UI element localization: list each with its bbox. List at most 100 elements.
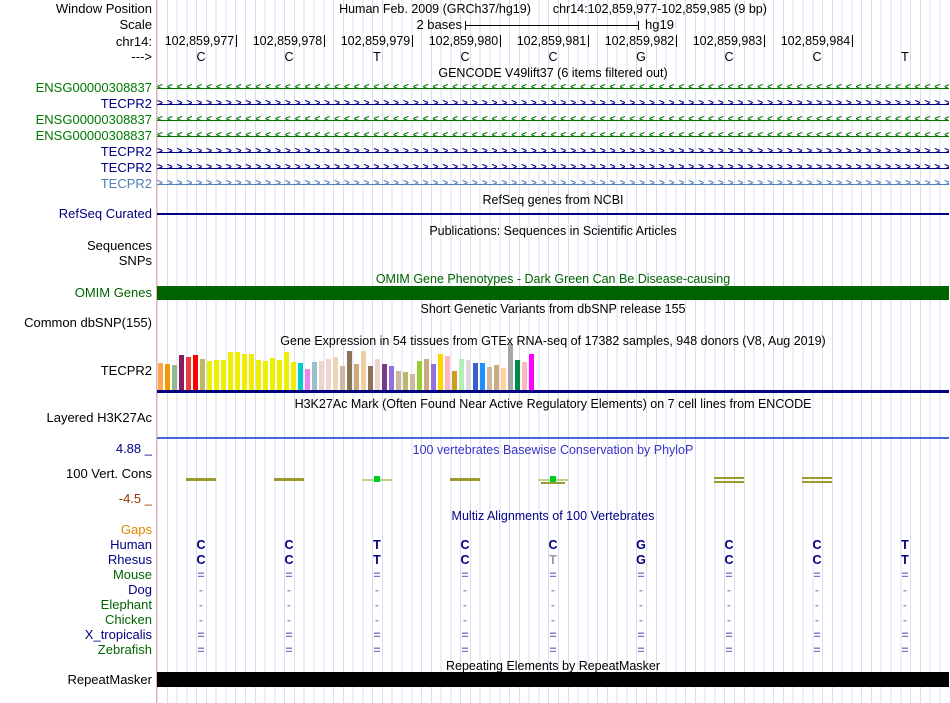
gtex-tissue-bar[interactable] xyxy=(501,368,506,390)
gene-track-row[interactable]: >>>>>>>>>>>>>>>>>>>>>>>>>>>>>>>>>>>>>>>>… xyxy=(157,161,949,175)
gtex-tissue-bar[interactable] xyxy=(165,364,170,390)
gtex-tissue-bar[interactable] xyxy=(445,356,450,390)
gtex-gene-label[interactable]: TECPR2 xyxy=(0,364,152,378)
gtex-tissue-bar[interactable] xyxy=(158,363,163,390)
gtex-tissue-bar[interactable] xyxy=(305,369,310,390)
gaps-label[interactable]: Gaps xyxy=(0,523,152,537)
gtex-tissue-bar[interactable] xyxy=(200,359,205,390)
gtex-tissue-bar[interactable] xyxy=(172,365,177,390)
gtex-tissue-bar[interactable] xyxy=(284,352,289,390)
gene-label[interactable]: ENSG00000308837 xyxy=(0,129,152,143)
species-label[interactable]: Elephant xyxy=(0,598,152,612)
gene-track-row[interactable]: >>>>>>>>>>>>>>>>>>>>>>>>>>>>>>>>>>>>>>>>… xyxy=(157,177,949,191)
layered-h3k27ac-label[interactable]: Layered H3K27Ac xyxy=(0,411,152,425)
gtex-tissue-bar[interactable] xyxy=(375,359,380,390)
gtex-tissue-bar[interactable] xyxy=(319,361,324,390)
gtex-tissue-bar[interactable] xyxy=(221,360,226,390)
gtex-tissue-bar[interactable] xyxy=(396,371,401,390)
alignment-base: C xyxy=(284,538,294,552)
common-dbsnp-label[interactable]: Common dbSNP(155) xyxy=(0,316,152,330)
ruler-position[interactable]: 102,859,983 xyxy=(685,35,773,49)
repeatmasker-bar[interactable] xyxy=(157,672,949,687)
gtex-tissue-bar[interactable] xyxy=(487,367,492,390)
gtex-tissue-bar[interactable] xyxy=(193,355,198,390)
gtex-tissue-bar[interactable] xyxy=(291,362,296,390)
gtex-tissue-bar[interactable] xyxy=(214,360,219,390)
gtex-tissue-bar[interactable] xyxy=(417,361,422,390)
gtex-tissue-bar[interactable] xyxy=(263,361,268,390)
gtex-tissue-bar[interactable] xyxy=(438,354,443,390)
gene-track-row[interactable]: <<<<<<<<<<<<<<<<<<<<<<<<<<<<<<<<<<<<<<<<… xyxy=(157,129,949,143)
gtex-tissue-bar[interactable] xyxy=(333,357,338,390)
refseq-curated-label[interactable]: RefSeq Curated xyxy=(0,207,152,221)
species-label[interactable]: Chicken xyxy=(0,613,152,627)
gtex-tissue-bar[interactable] xyxy=(347,351,352,390)
gene-label[interactable]: TECPR2 xyxy=(0,97,152,111)
gtex-tissue-bar[interactable] xyxy=(403,372,408,390)
alignment-base: = xyxy=(725,628,733,642)
gtex-tissue-bar[interactable] xyxy=(494,365,499,390)
gtex-tissue-bar[interactable] xyxy=(312,362,317,390)
gtex-tissue-bar[interactable] xyxy=(410,374,415,390)
gtex-tissue-bar[interactable] xyxy=(228,352,233,390)
gene-track-row[interactable]: >>>>>>>>>>>>>>>>>>>>>>>>>>>>>>>>>>>>>>>>… xyxy=(157,97,949,111)
gtex-tissue-bar[interactable] xyxy=(340,366,345,390)
gtex-tissue-bar[interactable] xyxy=(382,364,387,390)
gtex-tissue-bar[interactable] xyxy=(207,361,212,390)
ruler-position[interactable]: 102,859,978 xyxy=(245,35,333,49)
gene-label[interactable]: TECPR2 xyxy=(0,161,152,175)
gtex-tissue-bar[interactable] xyxy=(466,360,471,390)
species-label[interactable]: Dog xyxy=(0,583,152,597)
gtex-tissue-bar[interactable] xyxy=(424,359,429,390)
omim-genes-label[interactable]: OMIM Genes xyxy=(0,286,152,300)
gtex-tissue-bar[interactable] xyxy=(473,363,478,390)
gtex-tissue-bar[interactable] xyxy=(515,360,520,390)
ruler-position[interactable]: 102,859,984 xyxy=(773,35,861,49)
gtex-tissue-bar[interactable] xyxy=(270,358,275,390)
refseq-curated-line[interactable] xyxy=(157,213,949,215)
gtex-tissue-bar[interactable] xyxy=(179,355,184,390)
gtex-tissue-bar[interactable] xyxy=(256,360,261,390)
ruler-position[interactable]: 102,859,977 xyxy=(157,35,245,49)
gtex-tissue-bar[interactable] xyxy=(480,363,485,390)
gtex-tissue-bar[interactable] xyxy=(522,362,527,390)
gtex-tissue-bar[interactable] xyxy=(452,371,457,390)
gtex-tissue-bar[interactable] xyxy=(277,360,282,390)
ruler-position[interactable]: 102,859,980 xyxy=(421,35,509,49)
sequences-label[interactable]: Sequences xyxy=(0,239,152,253)
gene-label[interactable]: ENSG00000308837 xyxy=(0,113,152,127)
gtex-tissue-bar[interactable] xyxy=(361,351,366,390)
gene-track-row[interactable]: <<<<<<<<<<<<<<<<<<<<<<<<<<<<<<<<<<<<<<<<… xyxy=(157,113,949,127)
gene-label[interactable]: ENSG00000308837 xyxy=(0,81,152,95)
species-label[interactable]: Mouse xyxy=(0,568,152,582)
gtex-tissue-bar[interactable] xyxy=(242,354,247,390)
ruler-position[interactable]: 102,859,979 xyxy=(333,35,421,49)
species-label[interactable]: Zebrafish xyxy=(0,643,152,657)
gtex-tissue-bar[interactable] xyxy=(529,354,534,390)
base-letter: C xyxy=(812,50,822,64)
gtex-tissue-bar[interactable] xyxy=(326,359,331,390)
species-label[interactable]: X_tropicalis xyxy=(0,628,152,642)
species-label[interactable]: Human xyxy=(0,538,152,552)
gtex-tissue-bar[interactable] xyxy=(354,364,359,390)
gtex-tissue-bar[interactable] xyxy=(186,357,191,390)
gene-track-row[interactable]: >>>>>>>>>>>>>>>>>>>>>>>>>>>>>>>>>>>>>>>>… xyxy=(157,145,949,159)
gene-track-row[interactable]: <<<<<<<<<<<<<<<<<<<<<<<<<<<<<<<<<<<<<<<<… xyxy=(157,81,949,95)
gtex-tissue-bar[interactable] xyxy=(389,366,394,390)
ruler-position[interactable]: 102,859,982 xyxy=(597,35,685,49)
gtex-tissue-bar[interactable] xyxy=(249,354,254,390)
gtex-tissue-bar[interactable] xyxy=(431,364,436,390)
gene-label[interactable]: TECPR2 xyxy=(0,177,152,191)
gtex-tissue-bar[interactable] xyxy=(459,359,464,390)
snps-label[interactable]: SNPs xyxy=(0,254,152,268)
species-label[interactable]: Rhesus xyxy=(0,553,152,567)
gtex-tissue-bar[interactable] xyxy=(235,352,240,390)
phylop-track-label[interactable]: 100 Vert. Cons xyxy=(0,467,152,481)
repeatmasker-label[interactable]: RepeatMasker xyxy=(0,673,152,687)
omim-gene-bar[interactable] xyxy=(157,286,949,300)
gene-label[interactable]: TECPR2 xyxy=(0,145,152,159)
gtex-tissue-bar[interactable] xyxy=(508,344,513,390)
gtex-tissue-bar[interactable] xyxy=(368,366,373,390)
gtex-tissue-bar[interactable] xyxy=(298,363,303,390)
ruler-position[interactable]: 102,859,981 xyxy=(509,35,597,49)
